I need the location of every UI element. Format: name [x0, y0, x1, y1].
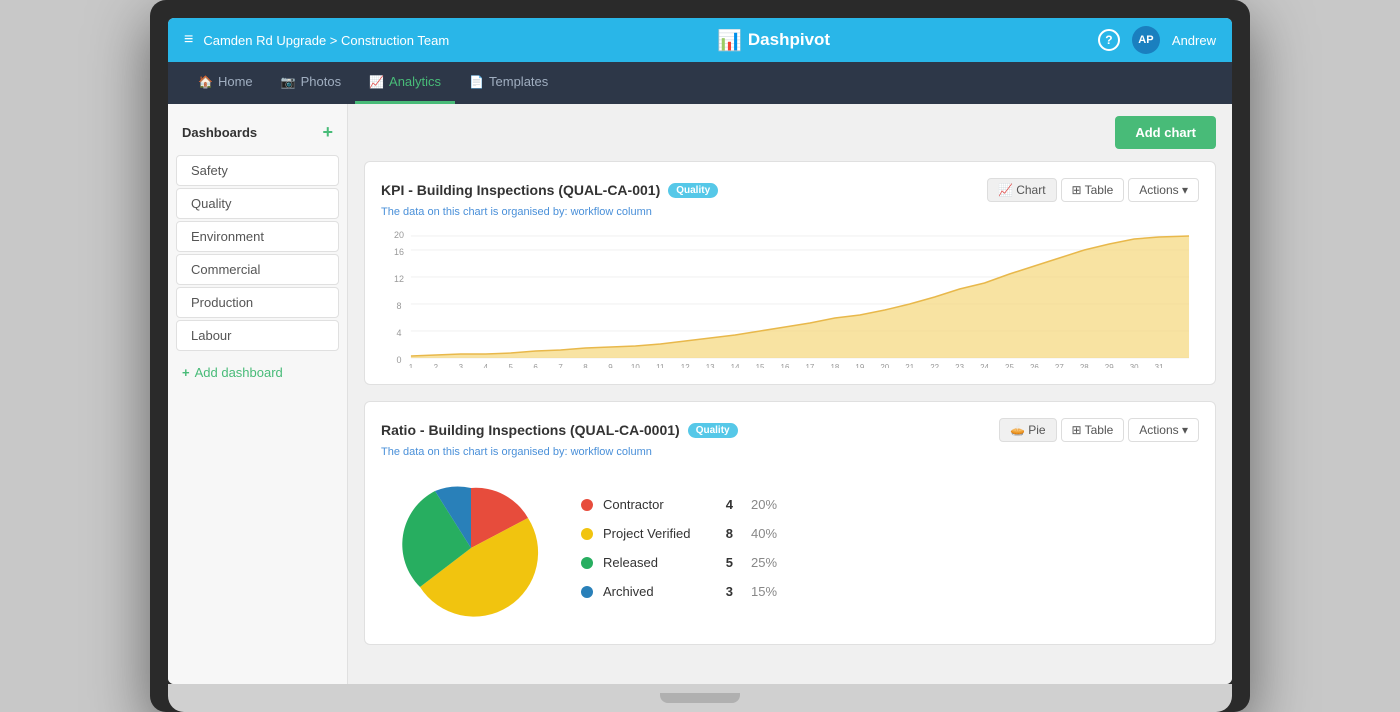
- legend-item-project-verified: Project Verified 8 40%: [581, 526, 777, 541]
- kpi-line-chart: 0 4 8 12 16 20: [381, 228, 1199, 368]
- sidebar-item-safety[interactable]: Safety: [176, 155, 339, 186]
- add-dashboard-icon: +: [182, 365, 190, 380]
- kpi-chart-subtitle: The data on this chart is organised by: …: [381, 206, 1199, 218]
- sidebar-item-quality[interactable]: Quality: [176, 188, 339, 219]
- kpi-table-button[interactable]: ⊞ Table: [1061, 178, 1125, 202]
- svg-text:19: 19: [855, 363, 864, 368]
- kpi-chart-title: KPI - Building Inspections (QUAL-CA-001): [381, 182, 660, 198]
- svg-text:20: 20: [394, 230, 404, 240]
- svg-text:23: 23: [955, 363, 964, 368]
- project-verified-dot: [581, 528, 593, 540]
- nav-bar: 🏠 Home 📷 Photos 📈 Analytics 📄 Templates: [168, 62, 1232, 104]
- svg-text:4: 4: [396, 328, 401, 338]
- svg-text:12: 12: [681, 363, 690, 368]
- sidebar: Dashboards + Safety Quality Environment …: [168, 104, 348, 684]
- kpi-chart-card: KPI - Building Inspections (QUAL-CA-001)…: [364, 161, 1216, 385]
- sidebar-item-commercial[interactable]: Commercial: [176, 254, 339, 285]
- legend-item-archived: Archived 3 15%: [581, 584, 777, 599]
- svg-text:4: 4: [484, 363, 489, 368]
- svg-text:6: 6: [533, 363, 538, 368]
- svg-text:7: 7: [558, 363, 563, 368]
- add-dashboard-button[interactable]: + Add dashboard: [168, 357, 347, 388]
- brand-icon: 📊: [717, 28, 742, 53]
- nav-item-photos[interactable]: 📷 Photos: [267, 62, 355, 104]
- svg-text:31: 31: [1155, 363, 1164, 368]
- archived-dot: [581, 586, 593, 598]
- ratio-actions-button[interactable]: Actions ▾: [1128, 418, 1199, 442]
- pie-legend: Contractor 4 20% Project Verified 8 40%: [581, 497, 777, 599]
- ratio-pie-button[interactable]: 🥧 Pie: [999, 418, 1056, 442]
- ratio-table-button[interactable]: ⊞ Table: [1061, 418, 1125, 442]
- legend-item-contractor: Contractor 4 20%: [581, 497, 777, 512]
- ratio-quality-badge: Quality: [688, 423, 738, 438]
- photos-icon: 📷: [281, 75, 296, 89]
- svg-text:13: 13: [706, 363, 715, 368]
- home-icon: 🏠: [198, 75, 213, 89]
- sidebar-item-production[interactable]: Production: [176, 287, 339, 318]
- kpi-actions-button[interactable]: Actions ▾: [1128, 178, 1199, 202]
- sidebar-item-labour[interactable]: Labour: [176, 320, 339, 351]
- svg-text:14: 14: [731, 363, 740, 368]
- sidebar-add-button[interactable]: +: [322, 122, 333, 143]
- help-button[interactable]: ?: [1098, 29, 1120, 51]
- svg-text:28: 28: [1080, 363, 1089, 368]
- svg-text:10: 10: [631, 363, 640, 368]
- svg-text:17: 17: [806, 363, 815, 368]
- kpi-quality-badge: Quality: [668, 183, 718, 198]
- legend-item-released: Released 5 25%: [581, 555, 777, 570]
- svg-text:21: 21: [905, 363, 914, 368]
- svg-text:8: 8: [396, 301, 401, 311]
- ratio-chart-card: Ratio - Building Inspections (QUAL-CA-00…: [364, 401, 1216, 645]
- pie-icon: 🥧: [1010, 423, 1025, 437]
- svg-text:9: 9: [608, 363, 613, 368]
- ratio-chart-controls: 🥧 Pie ⊞ Table Actions ▾: [999, 418, 1199, 442]
- svg-text:11: 11: [656, 363, 665, 368]
- svg-text:16: 16: [394, 247, 404, 257]
- svg-text:8: 8: [583, 363, 588, 368]
- svg-text:29: 29: [1105, 363, 1114, 368]
- menu-icon[interactable]: ≡: [184, 31, 193, 49]
- nav-item-home[interactable]: 🏠 Home: [184, 62, 267, 104]
- table-icon2: ⊞: [1072, 423, 1082, 437]
- user-name: Andrew: [1172, 33, 1216, 48]
- ratio-chart-title: Ratio - Building Inspections (QUAL-CA-00…: [381, 422, 680, 438]
- svg-text:27: 27: [1055, 363, 1064, 368]
- svg-text:3: 3: [459, 363, 464, 368]
- kpi-chart-controls: 📈 Chart ⊞ Table Actions ▾: [987, 178, 1199, 202]
- svg-text:0: 0: [396, 355, 401, 365]
- contractor-dot: [581, 499, 593, 511]
- ratio-chart-subtitle: The data on this chart is organised by: …: [381, 446, 1199, 458]
- kpi-chart-button[interactable]: 📈 Chart: [987, 178, 1056, 202]
- svg-text:20: 20: [880, 363, 889, 368]
- breadcrumb: Camden Rd Upgrade > Construction Team: [203, 33, 449, 48]
- sidebar-item-environment[interactable]: Environment: [176, 221, 339, 252]
- svg-text:26: 26: [1030, 363, 1039, 368]
- svg-text:22: 22: [930, 363, 939, 368]
- nav-item-templates[interactable]: 📄 Templates: [455, 62, 562, 104]
- svg-text:16: 16: [781, 363, 790, 368]
- svg-text:30: 30: [1130, 363, 1139, 368]
- svg-text:24: 24: [980, 363, 989, 368]
- analytics-icon: 📈: [369, 75, 384, 89]
- svg-text:1: 1: [409, 363, 414, 368]
- avatar: AP: [1132, 26, 1160, 54]
- svg-text:18: 18: [830, 363, 839, 368]
- templates-icon: 📄: [469, 75, 484, 89]
- brand-name: Dashpivot: [748, 30, 830, 50]
- svg-text:15: 15: [756, 363, 765, 368]
- nav-item-analytics[interactable]: 📈 Analytics: [355, 62, 455, 104]
- pie-chart: [401, 478, 541, 618]
- svg-text:2: 2: [434, 363, 439, 368]
- svg-text:12: 12: [394, 274, 404, 284]
- pie-section: Contractor 4 20% Project Verified 8 40%: [381, 468, 1199, 628]
- svg-text:5: 5: [508, 363, 513, 368]
- released-dot: [581, 557, 593, 569]
- svg-text:25: 25: [1005, 363, 1014, 368]
- content-area: Add chart KPI - Building Inspections (QU…: [348, 104, 1232, 684]
- table-icon: ⊞: [1072, 183, 1082, 197]
- add-chart-button[interactable]: Add chart: [1115, 116, 1216, 149]
- sidebar-title: Dashboards: [182, 125, 257, 140]
- chart-icon: 📈: [998, 183, 1013, 197]
